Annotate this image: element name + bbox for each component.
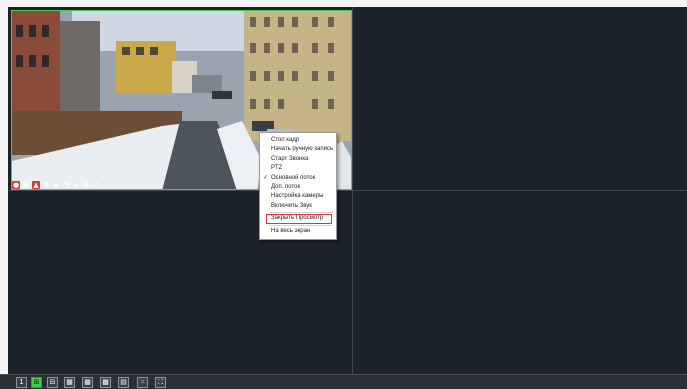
layout-6-button[interactable]: ⊟ bbox=[47, 377, 58, 388]
camera-grid: ● ▣ ▲ ✲ ▮ ◔ ◂ ⊕ ⤢ bbox=[8, 7, 687, 374]
grid-divider-horizontal bbox=[8, 190, 687, 191]
layout-9-button[interactable]: ▦ bbox=[82, 377, 93, 388]
custom-layout-button[interactable]: ▤ bbox=[118, 377, 129, 388]
alarm-icon[interactable]: ▲ bbox=[32, 181, 40, 189]
snapshot-icon[interactable]: ▣ bbox=[22, 181, 30, 189]
layout-16-button[interactable]: ▩ bbox=[100, 377, 111, 388]
layout-8-icon: ▦ bbox=[66, 378, 73, 386]
settings-icon[interactable]: ✲ bbox=[42, 181, 50, 189]
menu-item-freeze-frame[interactable]: Стоп кадр bbox=[260, 136, 336, 145]
menu-separator bbox=[269, 224, 333, 226]
layout-8-button[interactable]: ▦ bbox=[64, 377, 75, 388]
fullscreen-grid-button[interactable]: ⛶ bbox=[155, 377, 166, 388]
menu-item-close-view[interactable]: Закрыть Просмотр bbox=[266, 214, 332, 224]
close-all-icon: ✕ bbox=[139, 378, 146, 386]
fullscreen-grid-icon: ⛶ bbox=[158, 378, 163, 386]
speak-icon[interactable]: ◔ bbox=[62, 181, 70, 189]
close-all-button[interactable]: ✕ bbox=[137, 377, 148, 388]
menu-item-main-stream[interactable]: ✓ Основной поток bbox=[260, 174, 336, 183]
menu-item-start-call[interactable]: Старт Звонка bbox=[260, 155, 336, 164]
zoom-icon[interactable]: ⊕ bbox=[82, 181, 90, 189]
menu-item-label: Начать ручную запись bbox=[271, 146, 334, 153]
menu-item-label: Старт Звонка bbox=[271, 155, 309, 162]
layout-1-button[interactable]: 1 bbox=[16, 377, 27, 388]
menu-item-label: На весь экран bbox=[271, 227, 311, 234]
menu-item-ptz[interactable]: PTZ bbox=[260, 164, 336, 173]
context-menu: Стоп кадр Начать ручную запись Старт Зво… bbox=[259, 132, 337, 240]
menu-item-label: Доп. поток bbox=[271, 183, 301, 190]
audio-icon[interactable]: ◂ bbox=[72, 181, 80, 189]
custom-layout-icon: ▤ bbox=[120, 378, 127, 386]
menu-item-label: PTZ bbox=[271, 165, 283, 172]
video-surveillance-app: ● ▣ ▲ ✲ ▮ ◔ ◂ ⊕ ⤢ Стоп кадр Начать ручну… bbox=[0, 0, 687, 389]
layout-16-icon: ▩ bbox=[102, 378, 109, 386]
record-icon[interactable]: ● bbox=[12, 181, 20, 189]
menu-item-label: Закрыть Просмотр bbox=[271, 215, 324, 222]
menu-item-fullscreen[interactable]: На весь экран bbox=[260, 227, 336, 236]
menu-item-enable-sound[interactable]: Включить Звук bbox=[260, 202, 336, 211]
menu-separator bbox=[269, 212, 333, 214]
layout-1-icon: 1 bbox=[19, 378, 24, 386]
menu-item-camera-settings[interactable]: Настройка камеры bbox=[260, 192, 336, 201]
menu-item-label: Основной поток bbox=[271, 174, 316, 181]
microphone-icon[interactable]: ▮ bbox=[52, 181, 60, 189]
menu-item-manual-record[interactable]: Начать ручную запись bbox=[260, 145, 336, 154]
layout-4-icon: ⊞ bbox=[33, 378, 40, 386]
camera-tile-2[interactable] bbox=[353, 7, 687, 190]
fullscreen-icon[interactable]: ⤢ bbox=[92, 181, 100, 189]
menu-item-label: Стоп кадр bbox=[271, 137, 300, 143]
layout-9-icon: ▦ bbox=[84, 378, 91, 386]
menu-item-label: Настройка камеры bbox=[271, 193, 324, 200]
layout-toolbar: 1 ⊞ ⊟ ▦ ▦ ▩ ▤ ✕ ⛶ bbox=[0, 374, 687, 389]
camera-tile-4[interactable] bbox=[353, 191, 687, 374]
checkmark-icon: ✓ bbox=[263, 174, 269, 181]
layout-6-icon: ⊟ bbox=[49, 378, 56, 386]
menu-item-label: Включить Звук bbox=[271, 202, 312, 209]
layout-4-button[interactable]: ⊞ bbox=[31, 377, 42, 388]
menu-item-sub-stream[interactable]: Доп. поток bbox=[260, 183, 336, 192]
